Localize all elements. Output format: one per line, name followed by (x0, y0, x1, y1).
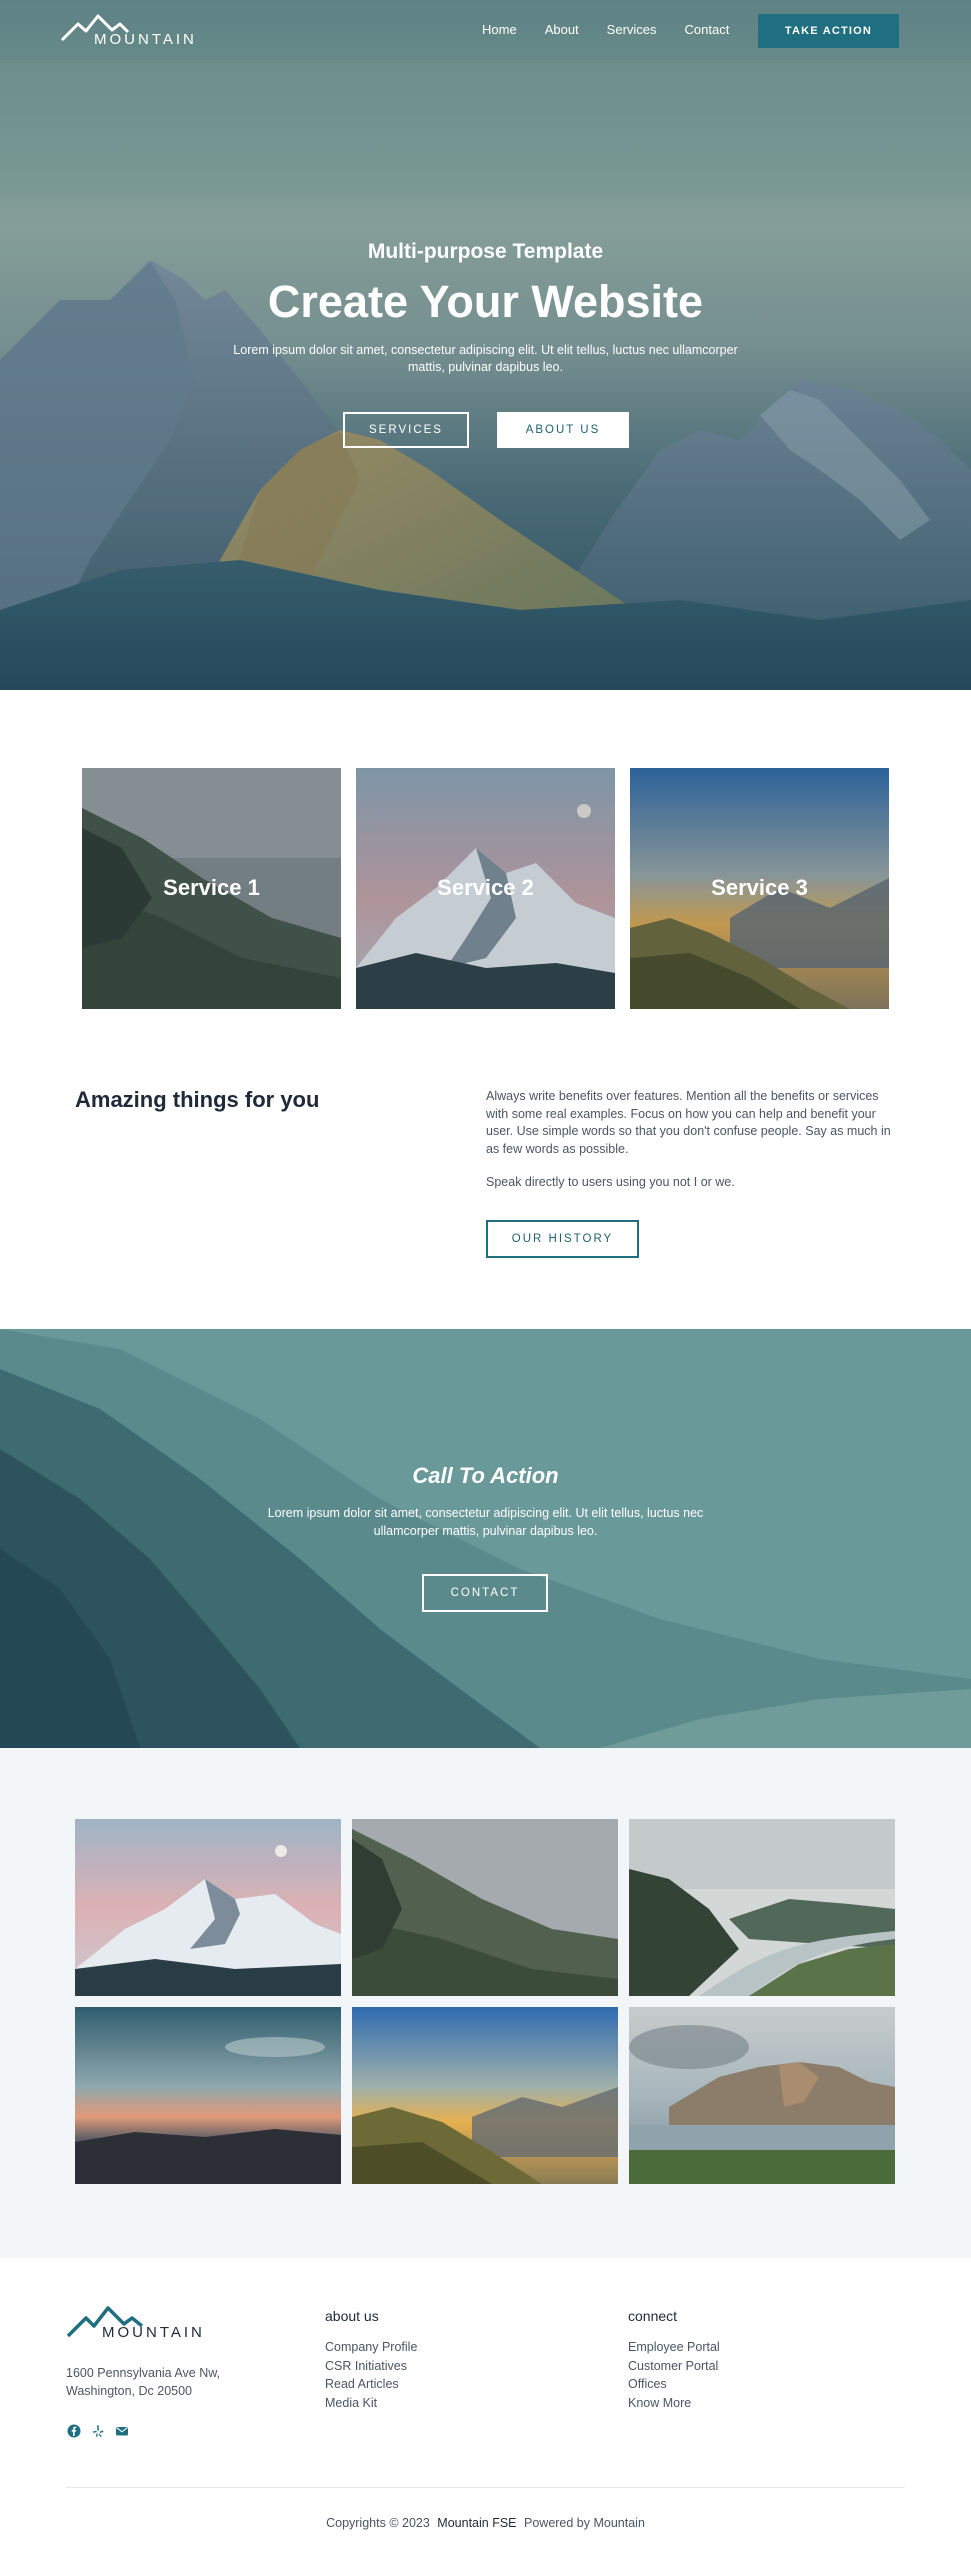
gallery-image-golden-ridge[interactable] (352, 2007, 618, 2184)
our-history-button[interactable]: OUR HISTORY (486, 1220, 639, 1258)
footer-link-offices[interactable]: Offices (628, 2375, 720, 2394)
river-valley-picture (629, 1819, 895, 1996)
footer-logo-text: MOUNTAIN (102, 2324, 205, 2341)
yelp-icon[interactable] (91, 2424, 105, 2438)
service-label-3: Service 3 (711, 875, 808, 900)
footer-about-title: about us (325, 2308, 379, 2324)
cta-title: Call To Action (412, 1463, 559, 1488)
nav-link-contact[interactable]: Contact (685, 22, 730, 37)
snowy-peaks-moon-picture (75, 1819, 341, 1996)
footer-logo[interactable]: MOUNTAIN (66, 2304, 216, 2344)
about-us-button[interactable]: ABOUT US (497, 412, 629, 448)
footer-divider (66, 2487, 905, 2488)
footer-link-csr[interactable]: CSR Initiatives (325, 2357, 417, 2376)
address-line-2: Washington, Dc 20500 (66, 2384, 193, 2398)
copyright-prefix: Copyrights © 2023 (326, 2516, 430, 2530)
footer-link-company-profile[interactable]: Company Profile (325, 2338, 417, 2357)
footer-link-media-kit[interactable]: Media Kit (325, 2394, 417, 2413)
footer-link-know-more[interactable]: Know More (628, 2394, 720, 2413)
contact-button[interactable]: CONTACT (422, 1574, 548, 1612)
misty-forest-picture (352, 1819, 618, 1996)
service-card-1[interactable]: Service 1 (82, 768, 341, 1009)
footer-link-articles[interactable]: Read Articles (325, 2375, 417, 2394)
copyright-line: Copyrights © 2023 Mountain FSE Powered b… (0, 2516, 971, 2530)
site-logo[interactable]: MOUNTAIN (60, 12, 200, 50)
gallery-image-sunset-clouds[interactable] (75, 2007, 341, 2184)
sunset-clouds-picture (75, 2007, 341, 2184)
hero-title: Create Your Website (267, 276, 704, 327)
services-button[interactable]: SERVICES (343, 412, 469, 448)
hero-description: Lorem ipsum dolor sit amet, consectetur … (233, 343, 738, 374)
footer-address: 1600 Pennsylvania Ave Nw, Washington, Dc… (66, 2364, 266, 2400)
cta-description: Lorem ipsum dolor sit amet, consectetur … (267, 1506, 704, 1538)
amazing-paragraph-1: Always write benefits over features. Men… (486, 1089, 891, 1156)
gallery-image-lake-mountains[interactable] (629, 2007, 895, 2184)
service-card-3[interactable]: Service 3 (630, 768, 889, 1009)
nav-links: Home About Services Contact (482, 22, 757, 37)
golden-ridge-picture (352, 2007, 618, 2184)
logo-text: MOUNTAIN (94, 31, 197, 48)
gallery-image-misty-forest[interactable] (352, 1819, 618, 1996)
footer-connect-list: Employee Portal Customer Portal Offices … (628, 2338, 720, 2412)
copyright-brand-link[interactable]: Mountain FSE (437, 2516, 516, 2530)
footer-connect-title: connect (628, 2308, 678, 2324)
nav-link-services[interactable]: Services (607, 22, 657, 37)
amazing-title: Amazing things for you (75, 1087, 320, 1112)
footer-link-customer-portal[interactable]: Customer Portal (628, 2357, 720, 2376)
service-label-2: Service 2 (437, 875, 534, 900)
gallery-image-snowy-peaks[interactable] (75, 1819, 341, 1996)
service-label-1: Service 1 (163, 875, 260, 900)
lake-mountains-picture (629, 2007, 895, 2184)
footer-about-list: Company Profile CSR Initiatives Read Art… (325, 2338, 417, 2412)
take-action-button[interactable]: TAKE ACTION (758, 14, 899, 48)
top-navigation: MOUNTAIN Home About Services Contact TAK… (0, 0, 971, 60)
mail-icon[interactable] (115, 2424, 129, 2438)
copyright-suffix: Powered by Mountain (524, 2516, 645, 2530)
nav-link-home[interactable]: Home (482, 22, 517, 37)
amazing-paragraph-2: Speak directly to users using you not I … (486, 1175, 735, 1189)
address-line-1: 1600 Pennsylvania Ave Nw, (66, 2366, 221, 2380)
gallery-image-river-valley[interactable] (629, 1819, 895, 1996)
footer-link-employee-portal[interactable]: Employee Portal (628, 2338, 720, 2357)
service-card-2[interactable]: Service 2 (356, 768, 615, 1009)
facebook-icon[interactable] (67, 2424, 81, 2438)
hero-subtitle: Multi-purpose Template (367, 240, 604, 263)
nav-link-about[interactable]: About (545, 22, 579, 37)
